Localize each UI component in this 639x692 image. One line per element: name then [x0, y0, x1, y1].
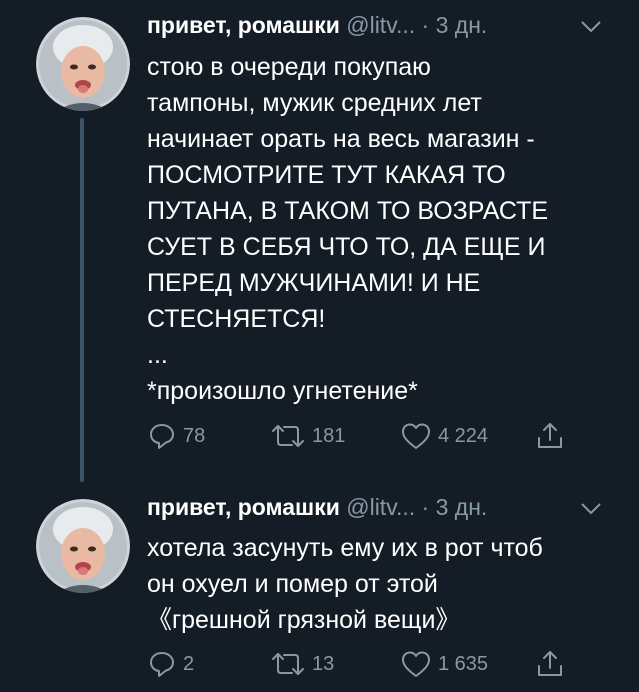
retweet-count: 13: [312, 652, 335, 675]
retweet-icon: [272, 425, 304, 447]
reply-count: 2: [183, 652, 195, 675]
text-line: ПУТАНА, В ТАКОМ ТО ВОЗРАСТЕ: [147, 197, 549, 225]
separator: ·: [421, 12, 430, 38]
share-icon: [538, 423, 562, 448]
share-button[interactable]: [535, 420, 565, 452]
text-line: СУЕТ В СЕБЯ ЧТО ТО, ДА ЕЩЕ И: [147, 233, 546, 261]
retweet-button[interactable]: 181: [270, 420, 345, 452]
text-line: 《грешной грязной вещи》: [147, 606, 461, 634]
avatar[interactable]: [36, 499, 130, 593]
tweet-actions: 78 181 4 224: [147, 420, 617, 452]
reply-count: 78: [183, 424, 206, 447]
separator: ·: [421, 494, 430, 520]
like-button[interactable]: 4 224: [400, 420, 488, 452]
reply-button[interactable]: 78: [147, 420, 205, 452]
text-line: стою в очереди покупаю: [147, 53, 431, 81]
tweet-header: привет, ромашки @litv... · 3 дн.: [147, 10, 487, 40]
share-button[interactable]: [535, 648, 565, 680]
retweet-count: 181: [312, 424, 346, 447]
like-icon: [402, 423, 430, 449]
text-line: ПЕРЕД МУЖЧИНАМИ! И НЕ: [147, 269, 481, 297]
text-line: *произошло угнетение*: [147, 377, 418, 405]
retweet-button[interactable]: 13: [270, 648, 334, 680]
text-line: ПОСМОТРИТЕ ТУТ КАКАЯ ТО: [147, 161, 506, 189]
text-line: СТЕСНЯЕТСЯ!: [147, 305, 326, 333]
avatar-photo: [36, 17, 130, 111]
display-name[interactable]: привет, ромашки: [147, 494, 340, 520]
retweet-icon: [272, 653, 304, 675]
reply-icon: [150, 652, 174, 677]
tweet-text: стою в очереди покупаю тампоны, мужик ср…: [147, 49, 617, 409]
timestamp[interactable]: 3 дн.: [436, 12, 488, 38]
avatar[interactable]: [36, 17, 130, 111]
reply-button[interactable]: 2: [147, 648, 194, 680]
reply-icon: [150, 424, 174, 449]
tweet-header: привет, ромашки @litv... · 3 дн.: [147, 492, 487, 522]
text-line: начинает орать на весь магазин -: [147, 125, 535, 153]
text-line: ...: [147, 341, 168, 369]
tweet-text: хотела засунуть ему их в рот чтоб он оху…: [147, 530, 617, 638]
avatar-photo: [36, 499, 130, 593]
display-name[interactable]: привет, ромашки: [147, 12, 340, 38]
timestamp[interactable]: 3 дн.: [436, 494, 488, 520]
tweet-actions: 2 13 1 635: [147, 648, 617, 680]
share-icon: [538, 651, 562, 676]
username[interactable]: @litv...: [346, 12, 415, 38]
text-line: хотела засунуть ему их в рот чтоб: [147, 534, 543, 562]
like-button[interactable]: 1 635: [400, 648, 488, 680]
chevron-down-icon[interactable]: [580, 20, 602, 34]
username[interactable]: @litv...: [346, 494, 415, 520]
text-line: он охуел и помер от этой: [147, 570, 438, 598]
text-line: тампоны, мужик средних лет: [147, 89, 482, 117]
like-count: 1 635: [438, 652, 489, 675]
like-count: 4 224: [438, 424, 489, 447]
chevron-down-icon[interactable]: [580, 502, 602, 516]
like-icon: [402, 651, 430, 677]
thread-line: [80, 118, 84, 482]
